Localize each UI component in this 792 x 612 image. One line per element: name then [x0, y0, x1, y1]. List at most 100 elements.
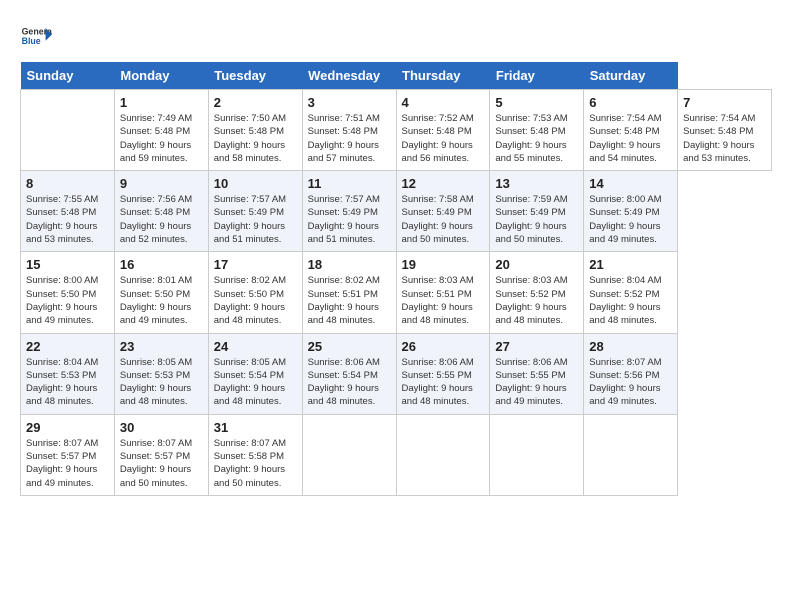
day-info: Sunrise: 7:52 AM Sunset: 5:48 PM Dayligh… [402, 112, 485, 165]
week-row-4: 22 Sunrise: 8:04 AM Sunset: 5:53 PM Dayl… [21, 333, 772, 414]
day-info: Sunrise: 7:56 AM Sunset: 5:48 PM Dayligh… [120, 193, 203, 246]
day-cell: 30 Sunrise: 8:07 AM Sunset: 5:57 PM Dayl… [114, 414, 208, 495]
day-info: Sunrise: 7:54 AM Sunset: 5:48 PM Dayligh… [589, 112, 672, 165]
day-info: Sunrise: 7:50 AM Sunset: 5:48 PM Dayligh… [214, 112, 297, 165]
day-cell: 19 Sunrise: 8:03 AM Sunset: 5:51 PM Dayl… [396, 252, 490, 333]
day-info: Sunrise: 8:07 AM Sunset: 5:57 PM Dayligh… [120, 437, 203, 490]
day-cell: 13 Sunrise: 7:59 AM Sunset: 5:49 PM Dayl… [490, 171, 584, 252]
day-info: Sunrise: 8:06 AM Sunset: 5:55 PM Dayligh… [495, 356, 578, 409]
day-number: 15 [26, 257, 109, 272]
day-cell: 2 Sunrise: 7:50 AM Sunset: 5:48 PM Dayli… [208, 90, 302, 171]
day-number: 11 [308, 176, 391, 191]
day-info: Sunrise: 8:03 AM Sunset: 5:51 PM Dayligh… [402, 274, 485, 327]
day-info: Sunrise: 8:06 AM Sunset: 5:55 PM Dayligh… [402, 356, 485, 409]
day-cell: 27 Sunrise: 8:06 AM Sunset: 5:55 PM Dayl… [490, 333, 584, 414]
day-number: 13 [495, 176, 578, 191]
day-number: 25 [308, 339, 391, 354]
day-info: Sunrise: 7:55 AM Sunset: 5:48 PM Dayligh… [26, 193, 109, 246]
week-row-3: 15 Sunrise: 8:00 AM Sunset: 5:50 PM Dayl… [21, 252, 772, 333]
day-info: Sunrise: 7:57 AM Sunset: 5:49 PM Dayligh… [214, 193, 297, 246]
day-cell [396, 414, 490, 495]
day-number: 5 [495, 95, 578, 110]
day-cell: 14 Sunrise: 8:00 AM Sunset: 5:49 PM Dayl… [584, 171, 678, 252]
day-info: Sunrise: 8:00 AM Sunset: 5:49 PM Dayligh… [589, 193, 672, 246]
svg-text:Blue: Blue [22, 36, 41, 46]
day-info: Sunrise: 8:04 AM Sunset: 5:53 PM Dayligh… [26, 356, 109, 409]
day-number: 22 [26, 339, 109, 354]
day-info: Sunrise: 8:00 AM Sunset: 5:50 PM Dayligh… [26, 274, 109, 327]
day-number: 24 [214, 339, 297, 354]
day-info: Sunrise: 8:02 AM Sunset: 5:50 PM Dayligh… [214, 274, 297, 327]
day-cell: 8 Sunrise: 7:55 AM Sunset: 5:48 PM Dayli… [21, 171, 115, 252]
day-number: 26 [402, 339, 485, 354]
day-cell: 24 Sunrise: 8:05 AM Sunset: 5:54 PM Dayl… [208, 333, 302, 414]
day-number: 3 [308, 95, 391, 110]
day-info: Sunrise: 7:51 AM Sunset: 5:48 PM Dayligh… [308, 112, 391, 165]
day-cell: 3 Sunrise: 7:51 AM Sunset: 5:48 PM Dayli… [302, 90, 396, 171]
day-number: 1 [120, 95, 203, 110]
day-cell: 9 Sunrise: 7:56 AM Sunset: 5:48 PM Dayli… [114, 171, 208, 252]
day-cell: 1 Sunrise: 7:49 AM Sunset: 5:48 PM Dayli… [114, 90, 208, 171]
day-number: 23 [120, 339, 203, 354]
day-cell: 20 Sunrise: 8:03 AM Sunset: 5:52 PM Dayl… [490, 252, 584, 333]
day-cell [490, 414, 584, 495]
day-number: 31 [214, 420, 297, 435]
day-cell: 18 Sunrise: 8:02 AM Sunset: 5:51 PM Dayl… [302, 252, 396, 333]
day-cell: 26 Sunrise: 8:06 AM Sunset: 5:55 PM Dayl… [396, 333, 490, 414]
day-header-tuesday: Tuesday [208, 62, 302, 90]
day-cell: 7 Sunrise: 7:54 AM Sunset: 5:48 PM Dayli… [678, 90, 772, 171]
day-cell: 29 Sunrise: 8:07 AM Sunset: 5:57 PM Dayl… [21, 414, 115, 495]
day-header-wednesday: Wednesday [302, 62, 396, 90]
day-info: Sunrise: 8:02 AM Sunset: 5:51 PM Dayligh… [308, 274, 391, 327]
day-header-friday: Friday [490, 62, 584, 90]
day-number: 18 [308, 257, 391, 272]
day-cell [584, 414, 678, 495]
header-row: SundayMondayTuesdayWednesdayThursdayFrid… [21, 62, 772, 90]
week-row-5: 29 Sunrise: 8:07 AM Sunset: 5:57 PM Dayl… [21, 414, 772, 495]
day-info: Sunrise: 7:49 AM Sunset: 5:48 PM Dayligh… [120, 112, 203, 165]
day-header-thursday: Thursday [396, 62, 490, 90]
day-cell: 11 Sunrise: 7:57 AM Sunset: 5:49 PM Dayl… [302, 171, 396, 252]
day-number: 14 [589, 176, 672, 191]
day-number: 30 [120, 420, 203, 435]
day-info: Sunrise: 8:07 AM Sunset: 5:58 PM Dayligh… [214, 437, 297, 490]
week-row-1: 1 Sunrise: 7:49 AM Sunset: 5:48 PM Dayli… [21, 90, 772, 171]
day-cell: 10 Sunrise: 7:57 AM Sunset: 5:49 PM Dayl… [208, 171, 302, 252]
day-number: 4 [402, 95, 485, 110]
day-info: Sunrise: 8:04 AM Sunset: 5:52 PM Dayligh… [589, 274, 672, 327]
page-header: General Blue [20, 20, 772, 52]
day-number: 8 [26, 176, 109, 191]
day-number: 6 [589, 95, 672, 110]
day-number: 21 [589, 257, 672, 272]
day-cell: 31 Sunrise: 8:07 AM Sunset: 5:58 PM Dayl… [208, 414, 302, 495]
day-number: 2 [214, 95, 297, 110]
day-number: 28 [589, 339, 672, 354]
day-number: 17 [214, 257, 297, 272]
day-info: Sunrise: 8:01 AM Sunset: 5:50 PM Dayligh… [120, 274, 203, 327]
day-cell: 23 Sunrise: 8:05 AM Sunset: 5:53 PM Dayl… [114, 333, 208, 414]
day-number: 16 [120, 257, 203, 272]
day-cell: 5 Sunrise: 7:53 AM Sunset: 5:48 PM Dayli… [490, 90, 584, 171]
day-info: Sunrise: 8:07 AM Sunset: 5:56 PM Dayligh… [589, 356, 672, 409]
day-cell: 28 Sunrise: 8:07 AM Sunset: 5:56 PM Dayl… [584, 333, 678, 414]
day-info: Sunrise: 8:05 AM Sunset: 5:53 PM Dayligh… [120, 356, 203, 409]
day-cell: 15 Sunrise: 8:00 AM Sunset: 5:50 PM Dayl… [21, 252, 115, 333]
day-info: Sunrise: 7:58 AM Sunset: 5:49 PM Dayligh… [402, 193, 485, 246]
day-cell [302, 414, 396, 495]
day-info: Sunrise: 8:05 AM Sunset: 5:54 PM Dayligh… [214, 356, 297, 409]
logo-icon: General Blue [20, 20, 52, 52]
day-info: Sunrise: 7:54 AM Sunset: 5:48 PM Dayligh… [683, 112, 766, 165]
day-info: Sunrise: 7:57 AM Sunset: 5:49 PM Dayligh… [308, 193, 391, 246]
day-number: 29 [26, 420, 109, 435]
day-info: Sunrise: 8:07 AM Sunset: 5:57 PM Dayligh… [26, 437, 109, 490]
logo: General Blue [20, 20, 52, 52]
day-info: Sunrise: 8:03 AM Sunset: 5:52 PM Dayligh… [495, 274, 578, 327]
day-header-sunday: Sunday [21, 62, 115, 90]
day-cell: 6 Sunrise: 7:54 AM Sunset: 5:48 PM Dayli… [584, 90, 678, 171]
day-info: Sunrise: 7:59 AM Sunset: 5:49 PM Dayligh… [495, 193, 578, 246]
day-cell [21, 90, 115, 171]
day-cell: 12 Sunrise: 7:58 AM Sunset: 5:49 PM Dayl… [396, 171, 490, 252]
day-number: 27 [495, 339, 578, 354]
day-cell: 16 Sunrise: 8:01 AM Sunset: 5:50 PM Dayl… [114, 252, 208, 333]
day-number: 19 [402, 257, 485, 272]
